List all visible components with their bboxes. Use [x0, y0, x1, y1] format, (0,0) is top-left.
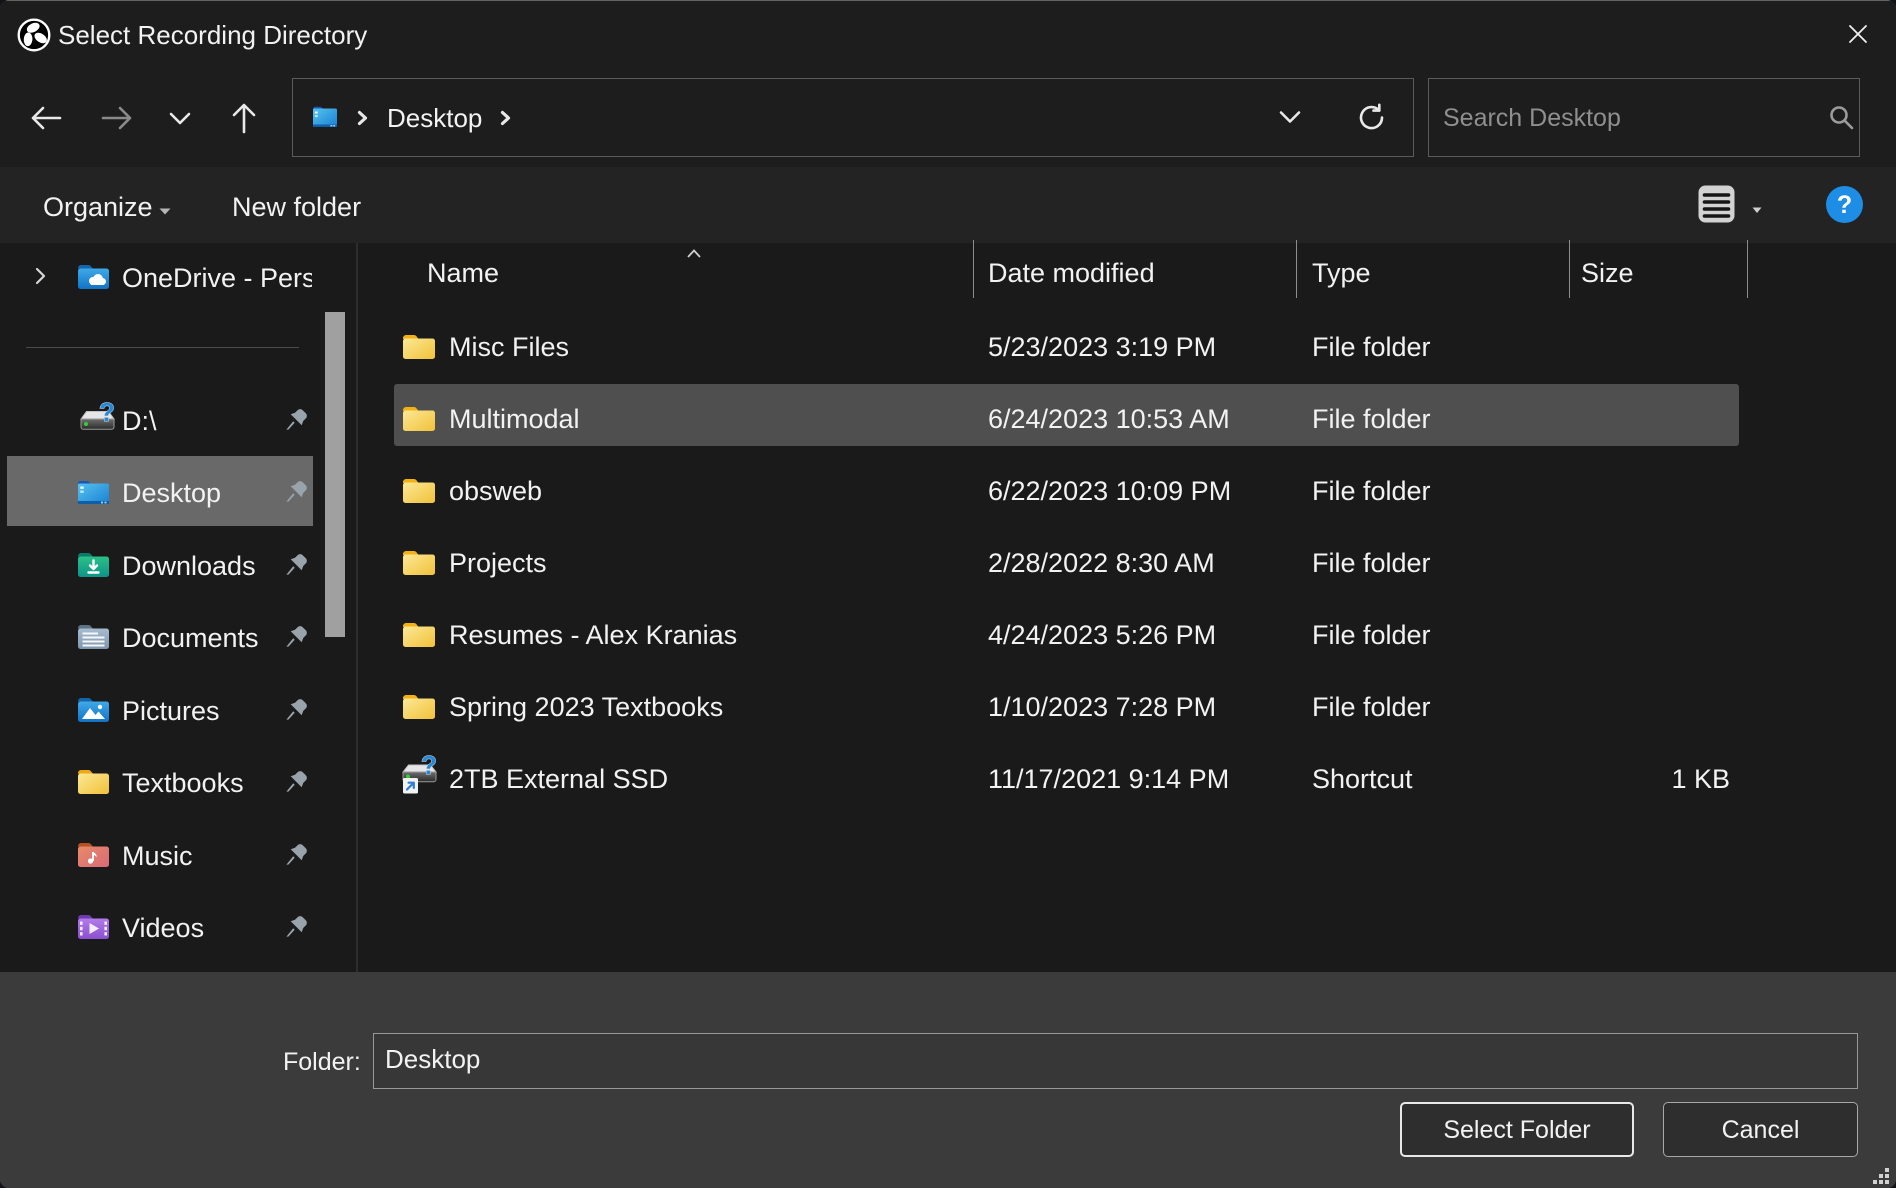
- svg-text:?: ?: [421, 753, 437, 780]
- svg-text:?: ?: [1837, 191, 1852, 219]
- svg-text:?: ?: [99, 399, 115, 427]
